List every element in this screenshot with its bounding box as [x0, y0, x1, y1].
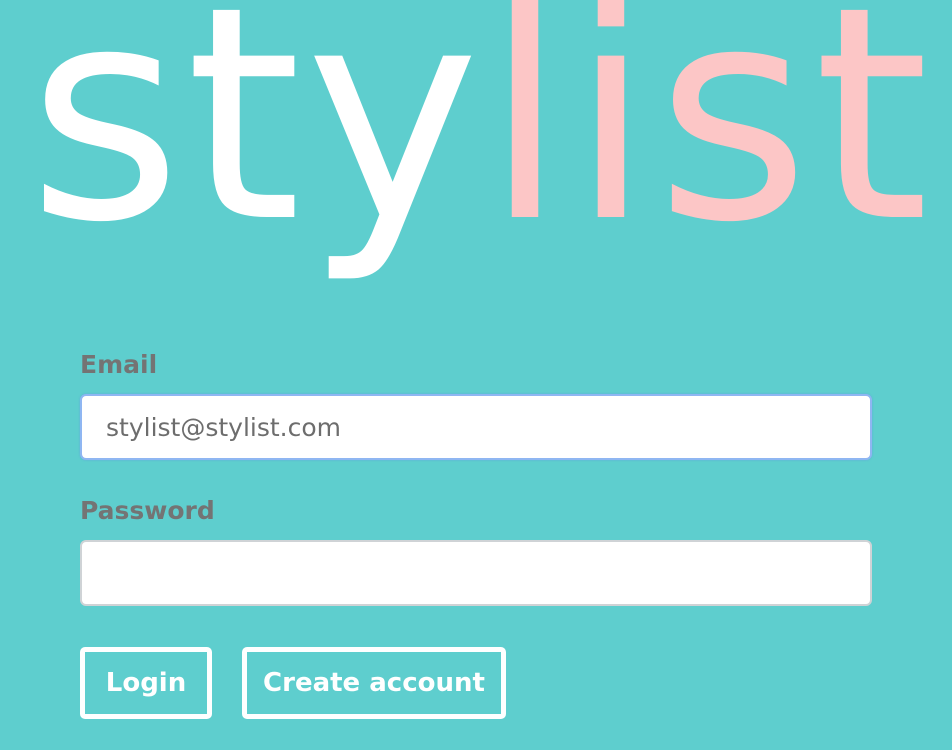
- password-field[interactable]: [80, 540, 872, 606]
- login-button[interactable]: Login: [80, 647, 212, 719]
- password-label: Password: [80, 496, 215, 525]
- email-label: Email: [80, 350, 158, 379]
- button-row: Login Create account: [80, 647, 872, 719]
- field-spacer: [80, 460, 872, 492]
- logo-text-list: list: [483, 0, 934, 287]
- logo-text-sty: sty: [28, 0, 484, 287]
- email-field[interactable]: [80, 394, 872, 460]
- create-account-button[interactable]: Create account: [242, 647, 506, 719]
- login-form: Email Password Login Create account: [80, 346, 872, 719]
- app-logo: stylist: [28, 0, 933, 263]
